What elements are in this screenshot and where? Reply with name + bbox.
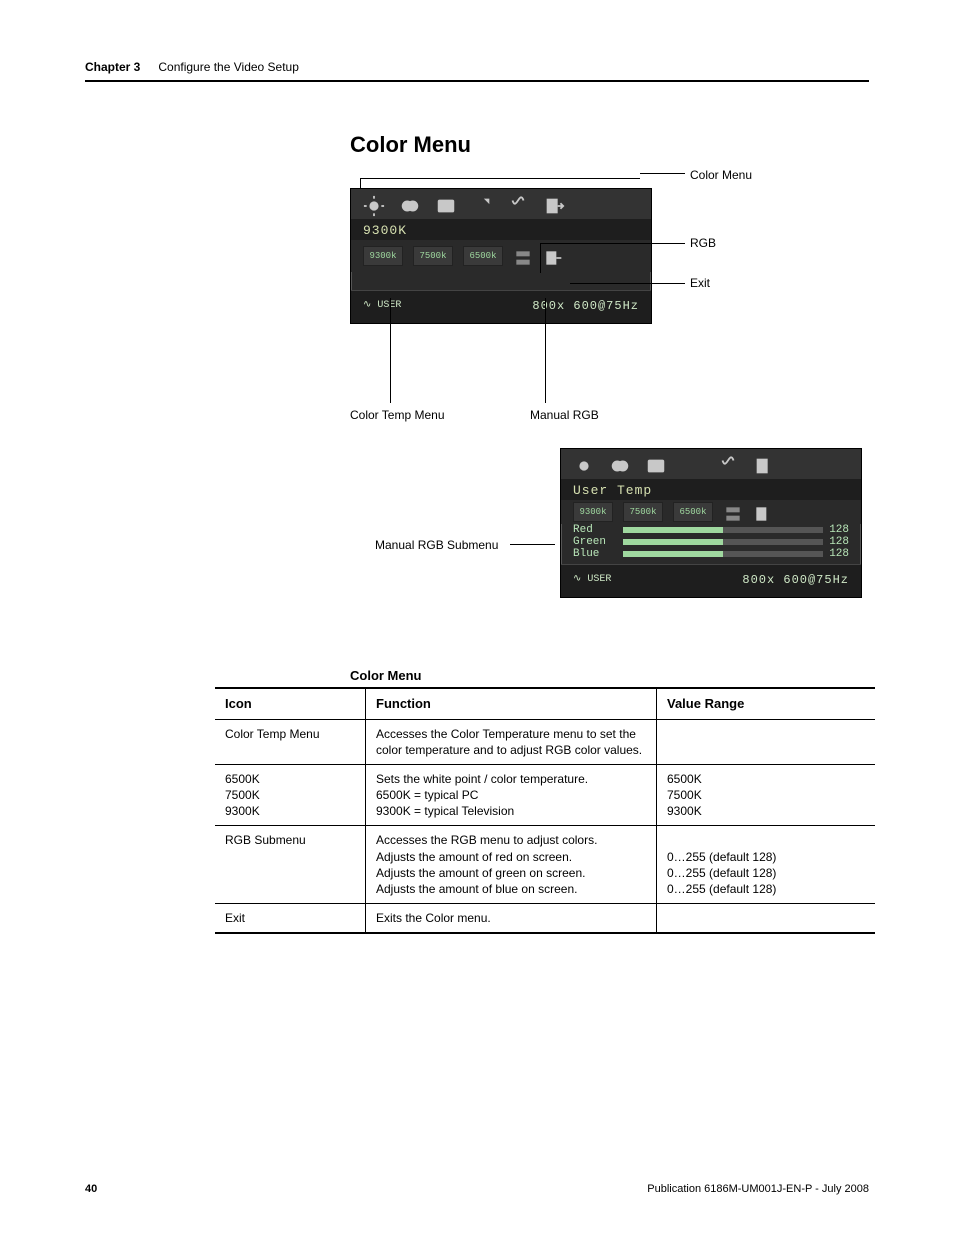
user-mode-indicator: ∿ USER — [573, 573, 611, 587]
misc-icon — [717, 455, 739, 473]
cell-icon-sub: 6500K 7500K 9300K — [215, 764, 366, 826]
rgb-blue-value: 128 — [829, 548, 849, 560]
rgb-red-label: Red — [573, 524, 617, 536]
table-row: 6500K 7500K 9300K Sets the white point /… — [215, 764, 875, 826]
misc-icon — [507, 195, 529, 213]
mode-info-text: 800x 600@75Hz — [532, 299, 639, 313]
exit-small-icon — [543, 248, 563, 264]
cell-range: 6500K 7500K 9300K — [657, 764, 876, 826]
tools-icon — [471, 195, 493, 213]
user-mode-indicator: ∿ USER — [363, 299, 401, 313]
rgb-green-bar — [623, 539, 823, 545]
exit-icon — [753, 455, 775, 473]
cell-range: 0…255 (default 128) 0…255 (default 128) … — [657, 826, 876, 904]
osd-sub-label: User Temp — [561, 479, 861, 500]
callout-exit: Exit — [690, 276, 710, 290]
tools-icon — [681, 455, 703, 473]
rgb-green-value: 128 — [829, 536, 849, 548]
ptr-line — [640, 173, 685, 174]
osd-main: 9300K 9300k 7500k 6500k ∿ USER 800x 600@… — [350, 188, 652, 324]
osd-main-footer: ∿ USER 800x 600@75Hz — [351, 290, 651, 323]
osd-sub-temp-row: 9300k 7500k 6500k — [561, 500, 861, 524]
rgb-blue-label: Blue — [573, 548, 617, 560]
temp-6500k: 6500k — [463, 246, 503, 266]
page-number: 40 — [85, 1183, 97, 1195]
color-menu-table: Icon Function Value Range Color Temp Men… — [215, 687, 875, 934]
callout-rgb: RGB — [690, 236, 716, 250]
publication-info: Publication 6186M-UM001J-EN-P - July 200… — [647, 1183, 869, 1195]
chapter-title: Configure the Video Setup — [158, 60, 299, 74]
cell-function: Accesses the RGB menu to adjust colors. … — [366, 826, 657, 904]
rgb-red-row: Red 128 — [561, 524, 861, 536]
running-header: Chapter 3 Configure the Video Setup — [85, 60, 869, 74]
chapter-number: Chapter 3 — [85, 60, 140, 74]
cell-function: Exits the Color menu. — [366, 904, 657, 934]
temp-9300k: 9300k — [573, 502, 613, 522]
color-icon — [399, 195, 421, 213]
table-header-row: Icon Function Value Range — [215, 688, 875, 719]
rgb-red-bar — [623, 527, 823, 533]
table-title: Color Menu — [350, 668, 869, 683]
header-rule — [85, 80, 869, 82]
ptr-line — [540, 243, 685, 244]
table-row: RGB Submenu Accesses the RGB menu to adj… — [215, 826, 875, 904]
callout-color-temp-menu: Color Temp Menu — [350, 408, 445, 422]
rgb-icon — [513, 248, 533, 264]
rgb-green-row: Green 128 — [561, 536, 861, 548]
exit-icon — [543, 195, 565, 213]
osd-sub-iconbar — [561, 449, 861, 479]
rgb-green-label: Green — [573, 536, 617, 548]
page-footer: 40 Publication 6186M-UM001J-EN-P - July … — [85, 1183, 869, 1195]
callout-manual-rgb: Manual RGB — [530, 408, 599, 422]
image-icon — [435, 195, 457, 213]
rgb-red-value: 128 — [829, 524, 849, 536]
ptr-line — [540, 243, 541, 273]
callout-manual-rgb-submenu: Manual RGB Submenu — [375, 538, 498, 552]
brightness-icon — [573, 455, 595, 473]
rgb-blue-bar — [623, 551, 823, 557]
image-icon — [645, 455, 667, 473]
cell-function: Accesses the Color Temperature menu to s… — [366, 719, 657, 764]
callout-color-menu: Color Menu — [690, 168, 752, 182]
th-function: Function — [366, 688, 657, 719]
color-icon — [609, 455, 631, 473]
cell-function: Sets the white point / color temperature… — [366, 764, 657, 826]
cell-range — [657, 719, 876, 764]
ptr-line — [390, 298, 391, 403]
temp-7500k: 7500k — [413, 246, 453, 266]
osd-main-iconbar — [351, 189, 651, 219]
osd-sub-footer: ∿ USER 800x 600@75Hz — [561, 564, 861, 597]
rgb-icon — [723, 504, 743, 520]
cell-icon: Exit — [215, 904, 366, 934]
ptr-line — [360, 178, 640, 179]
cell-icon: RGB Submenu — [215, 826, 366, 904]
temp-6500k: 6500k — [673, 502, 713, 522]
temp-9300k: 9300k — [363, 246, 403, 266]
brightness-icon — [363, 195, 385, 213]
rgb-blue-row: Blue 128 — [561, 548, 861, 560]
exit-small-icon — [753, 504, 773, 520]
osd-sub: User Temp 9300k 7500k 6500k Red 128 Gree… — [560, 448, 862, 598]
cell-icon: Color Temp Menu — [215, 719, 366, 764]
mode-info-text: 800x 600@75Hz — [742, 573, 849, 587]
cell-range — [657, 904, 876, 934]
ptr-line — [545, 298, 546, 403]
th-range: Value Range — [657, 688, 876, 719]
table-row: Exit Exits the Color menu. — [215, 904, 875, 934]
figure-area: 9300K 9300k 7500k 6500k ∿ USER 800x 600@… — [350, 168, 869, 648]
th-icon: Icon — [215, 688, 366, 719]
page: Chapter 3 Configure the Video Setup Colo… — [0, 0, 954, 1235]
ptr-line — [360, 178, 361, 188]
ptr-line — [510, 544, 555, 545]
osd-main-label: 9300K — [351, 219, 651, 240]
table-row: Color Temp Menu Accesses the Color Tempe… — [215, 719, 875, 764]
section-heading: Color Menu — [350, 132, 869, 158]
temp-7500k: 7500k — [623, 502, 663, 522]
ptr-line — [570, 283, 685, 284]
osd-main-temp-row: 9300k 7500k 6500k — [351, 240, 651, 272]
